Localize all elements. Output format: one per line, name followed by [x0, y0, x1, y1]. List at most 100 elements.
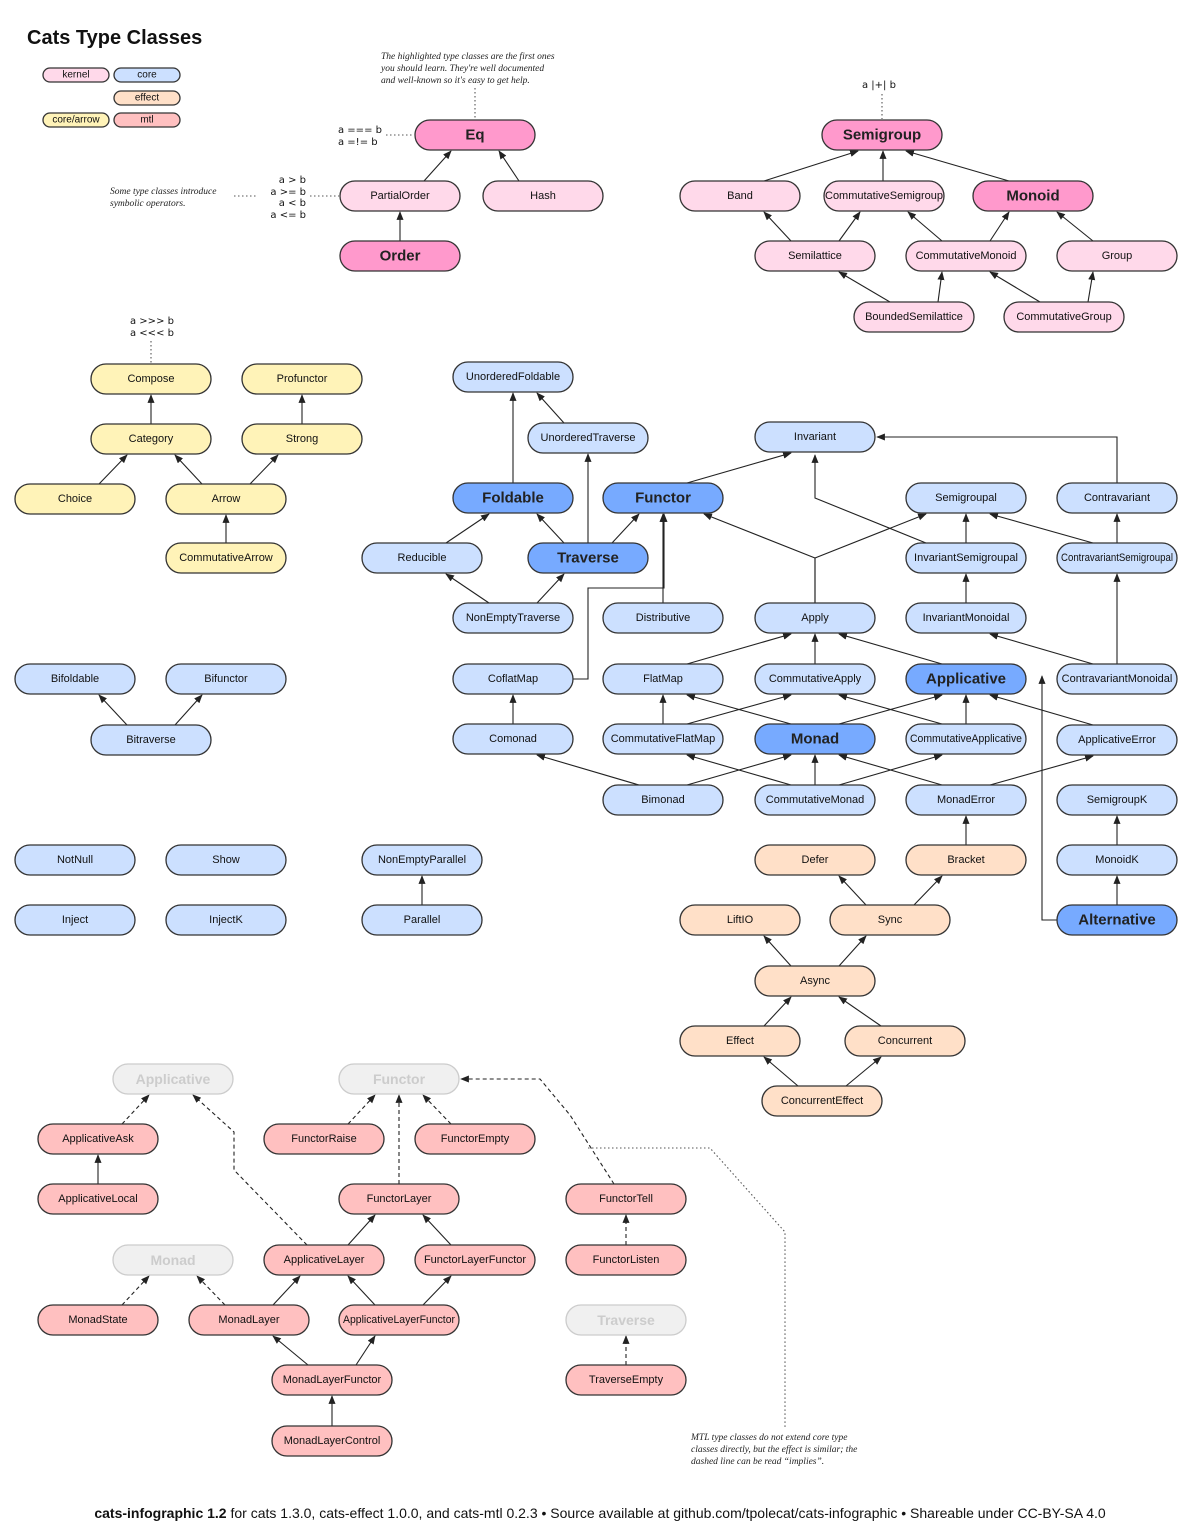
node-label: Defer [802, 854, 829, 866]
node-label: Monad [150, 1252, 195, 1268]
node-applicative-local: ApplicativeLocal [37, 1183, 159, 1215]
node-label: Bifunctor [204, 673, 248, 685]
annotation-lines [150, 88, 883, 1428]
edge-contravariant-monoidal-to-invariant-monoidal [989, 632, 1094, 665]
node-group: Group [1056, 240, 1178, 272]
edge-monad-layer-to-applicative-layer [272, 1275, 301, 1306]
node-semigroup: Semigroup [821, 119, 943, 151]
node-label: CommutativeApplicative [910, 733, 1022, 745]
node-label: CommutativeMonad [766, 794, 864, 806]
edge-band-to-semigroup [763, 150, 859, 182]
node-label: CommutativeArrow [179, 552, 273, 564]
edge-monoid-to-semigroup [905, 149, 1010, 182]
edge-commutative-group-to-commutative-monoid [989, 271, 1041, 303]
node-label: MonadLayerFunctor [283, 1374, 382, 1386]
node-async: Async [754, 965, 876, 997]
edge-applicative-ask-to-ghost-applicative [121, 1094, 150, 1125]
legend: kernel core effect core/arrow mtl [42, 67, 181, 128]
node-monad-error: MonadError [905, 784, 1027, 816]
node-label: Profunctor [277, 373, 328, 385]
node-label: ApplicativeAsk [62, 1133, 134, 1145]
edge-contravariant-semigroupal-to-semigroupal [989, 512, 1094, 544]
node-comonad: Comonad [452, 723, 574, 755]
node-label: FunctorListen [593, 1254, 660, 1266]
node-label: Show [212, 854, 240, 866]
edge-arrow-to-strong [249, 454, 279, 485]
node-ghost-traverse: Traverse [565, 1304, 687, 1336]
node-applicative: Applicative [905, 663, 1027, 695]
node-label: Alternative [1078, 912, 1156, 929]
edge-applicative-layer-functor-to-functor-layer-functor [422, 1275, 452, 1306]
node-bracket: Bracket [905, 844, 1027, 876]
node-defer: Defer [754, 844, 876, 876]
type-class-diagram: kernel core effect core/arrow mtl Eq PartialO… [14, 67, 1178, 1457]
legend-label: core/arrow [52, 115, 100, 126]
node-label: Monoid [1006, 188, 1059, 205]
node-functor-tell: FunctorTell [565, 1183, 687, 1215]
legend-label: core [137, 70, 157, 81]
edge-commutative-monoid-to-commutative-semigroup [907, 211, 943, 242]
node-label: FlatMap [643, 673, 683, 685]
node-inject: Inject [14, 904, 136, 936]
node-commutative-semigroup: CommutativeSemigroup [823, 180, 945, 212]
node-label: CommutativeApply [769, 673, 862, 685]
node-flat-map: FlatMap [602, 663, 724, 695]
edge-choice-to-category [98, 454, 128, 485]
edge-non-empty-traverse-to-reducible [445, 573, 490, 604]
node-partial-order: PartialOrder [339, 180, 461, 212]
node-label: Functor [373, 1071, 426, 1087]
node-label: Bifoldable [51, 673, 99, 685]
node-monad-layer-control: MonadLayerControl [271, 1425, 393, 1457]
edge-non-empty-traverse-to-traverse [536, 573, 565, 604]
edge-bitraverse-to-bifunctor [174, 694, 203, 726]
node-label: LiftIO [727, 914, 754, 926]
footer: cats-infographic 1.2 for cats 1.3.0, cat… [0, 1505, 1200, 1521]
node-commutative-monad: CommutativeMonad [754, 784, 876, 816]
footer-name: cats-infographic 1.2 [94, 1505, 227, 1521]
node-lift-io: LiftIO [679, 904, 801, 936]
node-label: Foldable [482, 490, 544, 507]
node-effect: Effect [679, 1025, 801, 1057]
edge-sync-to-defer [838, 875, 867, 906]
edge-flat-map-to-apply [686, 632, 792, 665]
node-label: Contravariant [1084, 492, 1150, 504]
node-contravariant-semigroupal: ContravariantSemigroupal [1056, 542, 1178, 574]
edge-bitraverse-to-bifoldable [98, 694, 128, 726]
node-not-null: NotNull [14, 844, 136, 876]
node-label: FunctorRaise [291, 1133, 356, 1145]
legend-label: mtl [140, 115, 153, 126]
node-apply: Apply [754, 602, 876, 634]
node-label: InvariantSemigroupal [914, 552, 1018, 564]
node-label: NonEmptyTraverse [466, 612, 560, 624]
node-monad-layer-functor: MonadLayerFunctor [271, 1364, 393, 1396]
node-reducible: Reducible [361, 542, 483, 574]
node-label: Traverse [557, 550, 619, 567]
node-invariant-monoidal: InvariantMonoidal [905, 602, 1027, 634]
node-traverse-empty: TraverseEmpty [565, 1364, 687, 1396]
node-parallel: Parallel [361, 904, 483, 936]
node-non-empty-parallel: NonEmptyParallel [361, 844, 483, 876]
node-bitraverse: Bitraverse [90, 724, 212, 756]
node-label: MonadState [68, 1314, 127, 1326]
node-label: Category [129, 433, 174, 445]
edge-commutative-group-to-group [1087, 271, 1096, 303]
node-label: Eq [465, 127, 484, 144]
edge-functor-to-invariant [686, 451, 792, 484]
node-label: Functor [635, 490, 691, 507]
node-label: UnorderedTraverse [541, 432, 636, 444]
legend-item-core-arrow: core/arrow [42, 112, 110, 128]
node-label: MonadLayerControl [284, 1435, 381, 1447]
node-alternative: Alternative [1056, 904, 1178, 936]
node-label: SemigroupK [1087, 794, 1148, 806]
edge-monad-layer-functor-to-applicative-layer-functor [355, 1335, 376, 1366]
edge-sync-to-bracket [913, 875, 943, 906]
node-commutative-apply: CommutativeApply [754, 663, 876, 695]
node-applicative-layer: ApplicativeLayer [263, 1244, 385, 1276]
node-monad-layer: MonadLayer [188, 1304, 310, 1336]
edge-reducible-to-foldable [445, 513, 490, 544]
node-sync: Sync [829, 904, 951, 936]
edge-concurrent-effect-to-concurrent [845, 1056, 882, 1087]
edge-bounded-semilattice-to-semilattice [838, 271, 891, 303]
node-monoid: Monoid [972, 180, 1094, 212]
node-commutative-applicative: CommutativeApplicative [905, 723, 1027, 755]
